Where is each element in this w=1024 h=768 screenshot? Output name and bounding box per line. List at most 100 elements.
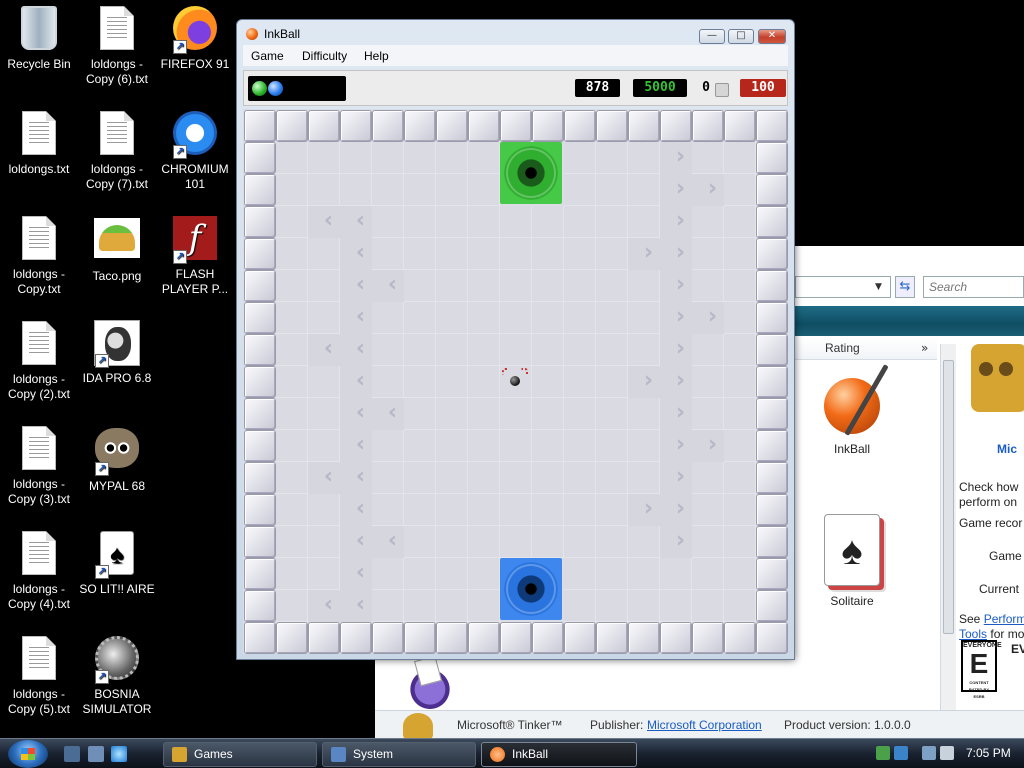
floor-tile [628, 398, 660, 430]
floor-tile [276, 494, 308, 526]
refresh-icon[interactable]: ⇆ [895, 276, 915, 298]
inkball-title-icon [246, 28, 258, 40]
floor-tile [724, 366, 756, 398]
floor-tile [692, 526, 724, 558]
publisher-link[interactable]: Microsoft Corporation [647, 718, 762, 732]
vertical-scrollbar[interactable] [940, 344, 956, 768]
desktop-icon-file[interactable]: loldongs - Copy (5).txt [0, 634, 78, 717]
show-desktop-icon[interactable] [64, 746, 80, 762]
minimize-button[interactable]: — [699, 29, 725, 44]
desktop-icon-mypal[interactable]: ↗ MYPAL 68 [78, 424, 156, 494]
desktop-icon-bosnia[interactable]: ↗ BOSNIA SIMULATOR [78, 634, 156, 717]
floor-tile [692, 366, 724, 398]
performance-link[interactable]: Perform [984, 612, 1024, 626]
floor-tile [468, 238, 500, 270]
game-item-inkball[interactable]: InkBall [797, 378, 907, 456]
floor-tile [596, 142, 628, 174]
menu-game[interactable]: Game [251, 49, 284, 63]
details-text: for mo [990, 627, 1024, 641]
right-arrow-tile: ›› [628, 366, 660, 398]
ida-pro-icon: ↗ [93, 320, 141, 368]
dropdown-arrow-icon[interactable]: ▼ [875, 282, 882, 292]
floor-tile [276, 174, 308, 206]
floor-tile [404, 174, 436, 206]
details-pane: Mic Check how perform on Game recor Game… [957, 338, 1024, 728]
right-arrow-tile: ›› [660, 206, 692, 238]
wall-tile [628, 622, 660, 654]
desktop-icon-chromium[interactable]: ↗ CHROMIUM 101 [156, 109, 234, 192]
volume-icon[interactable] [940, 746, 954, 760]
floor-tile [372, 174, 404, 206]
publisher-label: Publisher: [590, 718, 644, 732]
taskbar-item-games[interactable]: Games [163, 742, 317, 767]
internet-explorer-icon[interactable] [111, 746, 127, 762]
left-arrow-tile: ‹‹ [340, 430, 372, 462]
playing-card-icon: ♠ ↗ [93, 531, 141, 579]
desktop-icon-solitaire[interactable]: ♠ ↗ SO LIT!! AIRE [78, 529, 156, 597]
search-input[interactable]: Search [923, 276, 1024, 298]
floor-tile [628, 462, 660, 494]
scrollbar-thumb[interactable] [943, 360, 954, 634]
ball-spawn-point [502, 368, 528, 394]
left-arrow-tile: ‹‹ [308, 462, 340, 494]
start-button[interactable] [8, 740, 48, 768]
floor-tile [308, 430, 340, 462]
desktop-icon-firefox[interactable]: ↗ FIREFOX 91 [156, 4, 234, 72]
wall-tile [628, 110, 660, 142]
column-header-rating[interactable]: Rating [795, 338, 937, 360]
taskbar-item-inkball[interactable]: InkBall [481, 742, 637, 767]
desktop-icon-file[interactable]: loldongs - Copy (7).txt [78, 109, 156, 192]
left-arrow-tile: ‹‹ [340, 206, 372, 238]
switch-windows-icon[interactable] [88, 746, 104, 762]
desktop-icon-file[interactable]: loldongs - Copy (4).txt [0, 529, 78, 612]
more-columns-icon[interactable]: » [921, 341, 928, 355]
menu-difficulty[interactable]: Difficulty [302, 49, 347, 63]
floor-tile [724, 462, 756, 494]
tray-monitor-icon[interactable] [922, 746, 936, 760]
desktop-icon-file[interactable]: loldongs - Copy (2).txt [0, 319, 78, 402]
desktop-icon-label: CHROMIUM 101 [161, 162, 229, 191]
desktop-icon-recycle-bin[interactable]: Recycle Bin [0, 4, 78, 72]
taskbar-item-system[interactable]: System [322, 742, 476, 767]
tray-app-icon[interactable] [894, 746, 908, 760]
green-goal-hole [500, 142, 562, 204]
wall-tile [244, 430, 276, 462]
game-board[interactable]: ›› ›› ›› ‹‹ ‹‹ ›› ‹‹ ›› ›› ‹‹ ‹‹ ›› ‹‹ ›› ›› ‹‹ ‹‹ ›› ‹‹ ››… [243, 109, 788, 654]
desktop-icon-ida[interactable]: ↗ IDA PRO 6.8 [78, 319, 156, 386]
maximize-button[interactable]: □ [728, 29, 754, 44]
esrb-bottom: CONTENT RATED BY ESRB [968, 680, 990, 699]
floor-tile [724, 302, 756, 334]
desktop-icon-taco[interactable]: Taco.png [78, 214, 156, 284]
menu-help[interactable]: Help [364, 49, 389, 63]
close-button[interactable]: ✕ [758, 29, 786, 44]
desktop-icon-file[interactable]: loldongs - Copy.txt [0, 214, 78, 297]
floor-tile [692, 238, 724, 270]
esrb-letter: E [969, 648, 989, 679]
tray-network-icon[interactable] [876, 746, 890, 760]
right-arrow-tile: ›› [660, 494, 692, 526]
desktop-icon-file[interactable]: loldongs - Copy (3).txt [0, 424, 78, 507]
floor-tile [500, 462, 532, 494]
tools-link[interactable]: Tools [959, 627, 987, 641]
floor-tile [532, 366, 564, 398]
wall-tile [436, 622, 468, 654]
taskbar-item-label: System [353, 747, 394, 761]
desktop-icon-label: loldongs.txt [8, 162, 70, 176]
floor-tile [372, 494, 404, 526]
wall-tile [244, 206, 276, 238]
desktop-icon-label: FIREFOX 91 [160, 57, 230, 71]
floor-tile [628, 174, 660, 206]
floor-tile [564, 270, 596, 302]
desktop-icon-file[interactable]: loldongs - Copy (6).txt [78, 4, 156, 87]
floor-tile [436, 270, 468, 302]
desktop-icon-file[interactable]: loldongs.txt [0, 109, 78, 177]
clock[interactable]: 7:05 PM [966, 746, 1011, 760]
floor-tile [628, 430, 660, 462]
right-arrow-tile: ›› [660, 334, 692, 366]
floor-tile [692, 398, 724, 430]
game-item-solitaire[interactable]: ♠ Solitaire [797, 514, 907, 608]
floor-tile [404, 430, 436, 462]
desktop-icon-flash[interactable]: f ↗ FLASH PLAYER P... [156, 214, 234, 297]
floor-tile [436, 174, 468, 206]
floor-tile [564, 398, 596, 430]
